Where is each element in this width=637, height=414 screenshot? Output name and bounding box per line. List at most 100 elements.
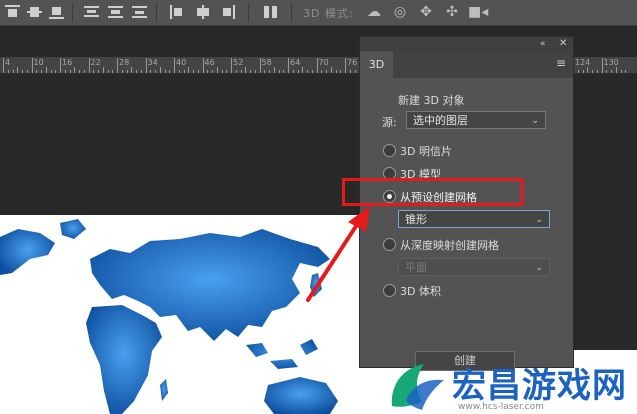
preset-shape-select[interactable]: 锥形 ⌄ (398, 210, 550, 228)
ruler-tick (178, 70, 180, 73)
align-top-icon[interactable] (5, 5, 20, 19)
ruler-label: 46 (204, 58, 215, 67)
ruler-tick (283, 70, 285, 73)
ruler-tick (340, 70, 342, 73)
ruler-tick (611, 70, 612, 73)
ruler-tick (102, 67, 104, 73)
ruler-tick (606, 70, 608, 73)
ruler-label: 76 (347, 58, 358, 67)
ruler-tick (273, 67, 275, 73)
depth-map-select[interactable]: 平面 ⌄ (398, 258, 550, 276)
ruler-tick (226, 70, 228, 73)
panel-menu-icon[interactable]: ≡ (556, 56, 566, 70)
option-mesh-from-depth-label: 从深度映射创建网格 (400, 239, 499, 252)
ruler-tick (601, 58, 603, 73)
panel-title-bar: « ✕ (360, 37, 573, 51)
ruler-tick (60, 58, 61, 73)
ruler-tick (330, 67, 332, 73)
ruler-tick (79, 70, 80, 73)
ruler-tick (12, 70, 14, 73)
align-hcenter-icon[interactable] (195, 5, 210, 19)
ruler-tick (297, 70, 299, 73)
ruler-label: 34 (147, 58, 158, 67)
ruler-tick (88, 58, 90, 73)
ruler-tick (107, 70, 109, 73)
ruler-tick (140, 70, 142, 73)
distribute-bottom-icon[interactable] (132, 5, 147, 19)
ruler-tick (254, 70, 256, 73)
panel-body: 新建 3D 对象 源: 选中的图层 ⌄ 3D 明信片 3D 模型 从预设创建网格… (360, 78, 573, 371)
scale-3d-icon[interactable]: ■◂ (468, 4, 488, 20)
align-right-icon[interactable] (220, 5, 235, 19)
separator (248, 3, 249, 22)
ruler-tick (83, 70, 85, 73)
ruler-label: 130 (603, 58, 619, 67)
ruler-label: 64 (290, 58, 301, 67)
ruler-tick (221, 70, 223, 73)
ruler-label: 124 (575, 58, 591, 67)
ruler-label: 16 (62, 58, 73, 67)
ruler-tick (31, 58, 33, 73)
ruler-tick (159, 67, 161, 73)
ruler-tick (264, 70, 266, 73)
ruler-label: 70 (318, 58, 329, 67)
chevron-down-icon: ⌄ (535, 263, 543, 273)
3d-mode-label: 3D 模式: (303, 7, 354, 20)
drag-3d-icon[interactable]: ✥ (418, 4, 434, 20)
rotate-3d-icon[interactable]: ☁ (366, 4, 382, 20)
slide-3d-icon[interactable]: ✣ (444, 4, 460, 20)
ruler-label: 40 (176, 58, 187, 67)
ruler-tick (207, 70, 209, 73)
source-select[interactable]: 选中的图层 ⌄ (406, 111, 546, 129)
ruler-tick (50, 70, 52, 73)
ruler-label: 58 (261, 58, 272, 67)
watermark-logo (391, 364, 444, 410)
ruler-label: 10 (33, 58, 44, 67)
ruler-tick (64, 70, 66, 73)
watermark-title: 宏昌游戏网 (452, 366, 627, 406)
ruler-tick (112, 70, 114, 73)
align-vcenter-icon[interactable] (27, 5, 42, 19)
ruler-tick (288, 58, 289, 73)
roll-3d-icon[interactable]: ◎ (392, 4, 408, 20)
ruler-tick (321, 70, 323, 73)
watermark-url: www.hcs-laser.com (458, 402, 544, 412)
option-postcard-label: 3D 明信片 (400, 145, 452, 158)
options-bar: 3D 模式: ☁ ◎ ✥ ✣ ■◂ (0, 0, 637, 26)
ruler-tick (335, 70, 337, 73)
align-left-icon[interactable] (170, 5, 185, 19)
option-volume-label: 3D 体积 (400, 285, 441, 298)
ruler-tick (307, 70, 308, 73)
ruler-tick (240, 70, 242, 73)
tab-3d[interactable]: 3D (360, 51, 394, 78)
ruler-tick (155, 70, 156, 73)
ruler-tick (316, 58, 318, 73)
distribute-vcenter-icon[interactable] (108, 5, 123, 19)
close-icon[interactable]: ✕ (559, 37, 567, 51)
chevron-down-icon: ⌄ (531, 116, 539, 126)
distribute-top-icon[interactable] (84, 5, 99, 19)
radio-postcard[interactable] (383, 144, 396, 157)
source-select-value: 选中的图层 (413, 114, 468, 127)
ruler-tick (3, 58, 4, 73)
ruler-tick (145, 58, 147, 73)
ruler-label: 4 (5, 58, 11, 67)
preset-shape-value: 锥形 (405, 213, 427, 226)
source-label: 源: (382, 116, 397, 129)
ruler-tick (183, 70, 185, 73)
distribute-horizontal-icon[interactable] (263, 5, 278, 19)
ruler-tick (164, 70, 166, 73)
ruler-tick (620, 70, 622, 73)
ruler-tick (93, 70, 95, 73)
ruler-tick (117, 58, 118, 73)
ruler-tick (245, 67, 247, 73)
ruler-tick (169, 70, 171, 73)
tab-3d-label: 3D (368, 58, 385, 71)
separator (72, 3, 73, 22)
ruler-tick (302, 67, 304, 73)
ruler-tick (36, 70, 38, 73)
align-bottom-icon[interactable] (49, 5, 64, 19)
ruler-tick (126, 70, 128, 73)
chevron-down-icon: ⌄ (535, 215, 543, 225)
collapse-icon[interactable]: « (540, 37, 546, 51)
